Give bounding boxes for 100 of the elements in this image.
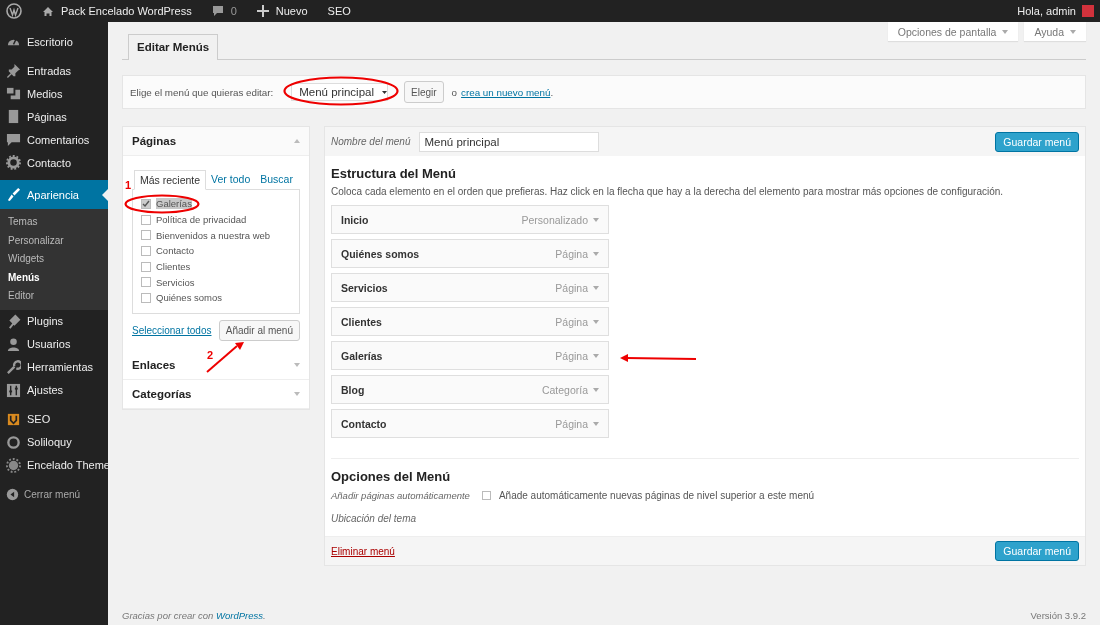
panel-header[interactable]: Categorías [123,380,309,409]
submenu-item[interactable]: Temas [0,213,108,232]
sidebar-item[interactable]: Plugins [0,309,108,333]
panel-header[interactable]: Páginas [123,127,309,156]
choose-button[interactable]: Elegir [404,81,444,103]
menu-item-title: Galerías [341,349,384,362]
structure-hint: Coloca cada elemento en el orden que prefieras. Haz click en la flecha que hay a la derecha del elemento para mostrar más opciones de configuración. [331,186,1005,197]
panel-title: Enlaces [132,359,176,371]
sidebar-item[interactable]: Soliloquy [0,430,108,454]
media-icon [6,86,21,101]
menu-item[interactable]: Contacto Página [331,409,609,438]
menu-item[interactable]: Blog Categoría [331,375,609,404]
checkbox-label: Quiénes somos [156,292,222,304]
comment-count[interactable]: 0 [230,5,237,17]
gear-icon [6,457,21,473]
sidebar-item[interactable]: Apariencia [0,180,108,209]
plus-icon [256,5,269,17]
greeting-link[interactable]: Hola, admin [1017,5,1076,17]
dropdown-arrow-icon [593,217,599,222]
checkbox[interactable] [141,292,151,303]
checkbox-label: Galerías [156,198,192,210]
section-title: Opciones del Menú [331,469,452,484]
sidebar-item[interactable]: Ajustes [0,378,108,402]
checkbox[interactable] [141,277,151,288]
page-tab[interactable]: Editar Menús [128,34,219,60]
checkbox-label: Añade automáticamente nuevas páginas de nivel superior a este menú [498,490,815,501]
checkbox[interactable] [141,230,151,241]
checkbox[interactable] [141,214,151,225]
option-label: Añadir páginas automáticamente [331,490,470,501]
menu-item-type: Página [555,349,588,362]
checkbox[interactable] [141,245,151,256]
menu-name-label: Nombre del menú [331,136,411,147]
checkbox-label: Contacto [156,245,195,257]
sidebar-item[interactable]: Comentarios [0,128,108,151]
screen-option-button[interactable]: Opciones de pantalla [887,22,1019,41]
plug-icon [6,313,21,329]
menu-item-title: Servicios [341,281,389,294]
menu-item[interactable]: Clientes Página [331,307,609,336]
sidebar-item[interactable]: Páginas [0,105,108,128]
menu-item[interactable]: Inicio Personalizado [331,205,609,234]
checkbox[interactable] [141,198,151,209]
menu-item-type: Página [555,315,588,328]
avatar-placeholder [1082,5,1094,17]
select-all-link[interactable]: Seleccionar todos [132,325,212,336]
or-text: o [451,86,458,98]
menu-item[interactable]: Quiénes somos Página [331,239,609,268]
checkbox[interactable] [141,261,151,272]
dropdown-arrow-icon [593,251,599,256]
wordpress-link[interactable]: WordPress [216,610,263,621]
checkbox[interactable] [481,491,491,500]
sidebar-item[interactable]: Contacto [0,151,108,174]
dropdown-arrow-icon [593,319,599,324]
sidebar-item[interactable]: Entradas [0,59,108,82]
pushpin-icon [6,63,21,78]
sidebar-item[interactable]: Usuarios [0,332,108,356]
wordpress-logo-icon [6,3,22,19]
menu-item[interactable]: Galerías Página [331,341,609,370]
create-menu-text: crea un nuevo menú. [461,86,554,98]
gear-icon [6,155,21,170]
delete-menu-link[interactable]: Eliminar menú [331,545,395,557]
annotation-number: 1 [125,179,132,192]
menu-item-title: Quiénes somos [341,247,421,260]
sidebar-item[interactable]: Escritorio [0,30,108,53]
menu-item-type: Personalizado [521,213,588,226]
menu-item-type: Página [555,281,588,294]
user-icon [6,336,21,352]
menu-item-type: Página [555,247,588,260]
wrench-icon [6,359,21,375]
site-title[interactable]: Pack Encelado WordPress [61,5,192,17]
version-text: Versión 3.9.2 [1030,610,1086,621]
new-link[interactable]: Nuevo [275,5,308,17]
speech-bubble-icon [211,5,224,17]
submenu-item[interactable]: Widgets [0,250,108,269]
select-prompt: Elige el menú que quieras editar: [130,86,274,98]
dropdown-arrow-icon [593,387,599,392]
menu-item-title: Clientes [341,315,383,328]
menu-item[interactable]: Servicios Página [331,273,609,302]
menu-item-title: Blog [341,383,366,396]
screen-option-button[interactable]: Ayuda [1024,22,1086,41]
submenu-item[interactable]: Menús [0,268,108,287]
menu-dropdown[interactable]: Menú principal [291,83,389,101]
sidebar-item[interactable]: SEO [0,407,108,431]
submenu-item[interactable]: Personalizar [0,231,108,250]
sidebar-item[interactable]: Herramientas [0,355,108,379]
sidebar-item[interactable]: Medios [0,82,108,105]
dropdown-arrow-icon [593,421,599,426]
menu-name-field[interactable]: Menú principal [419,131,600,152]
check-icon [142,200,150,208]
panel-tab[interactable]: Buscar [255,170,298,189]
checkbox-label: Política de privacidad [156,214,247,226]
submenu-item[interactable]: Editor [0,287,108,306]
section-title: Estructura del Menú [331,166,457,181]
panel-title: Categorías [132,388,192,400]
checkbox-label: Servicios [156,276,195,288]
panel-tab[interactable]: Más reciente [134,170,207,190]
panel-tab[interactable]: Ver todo [206,170,256,189]
add-to-menu-button[interactable]: Añadir al menú [218,320,300,341]
sidebar-item[interactable]: Encelado Theme [0,453,108,477]
collapse-menu-button[interactable]: Cerrar menú [0,482,108,506]
seo-link[interactable]: SEO [327,5,351,17]
